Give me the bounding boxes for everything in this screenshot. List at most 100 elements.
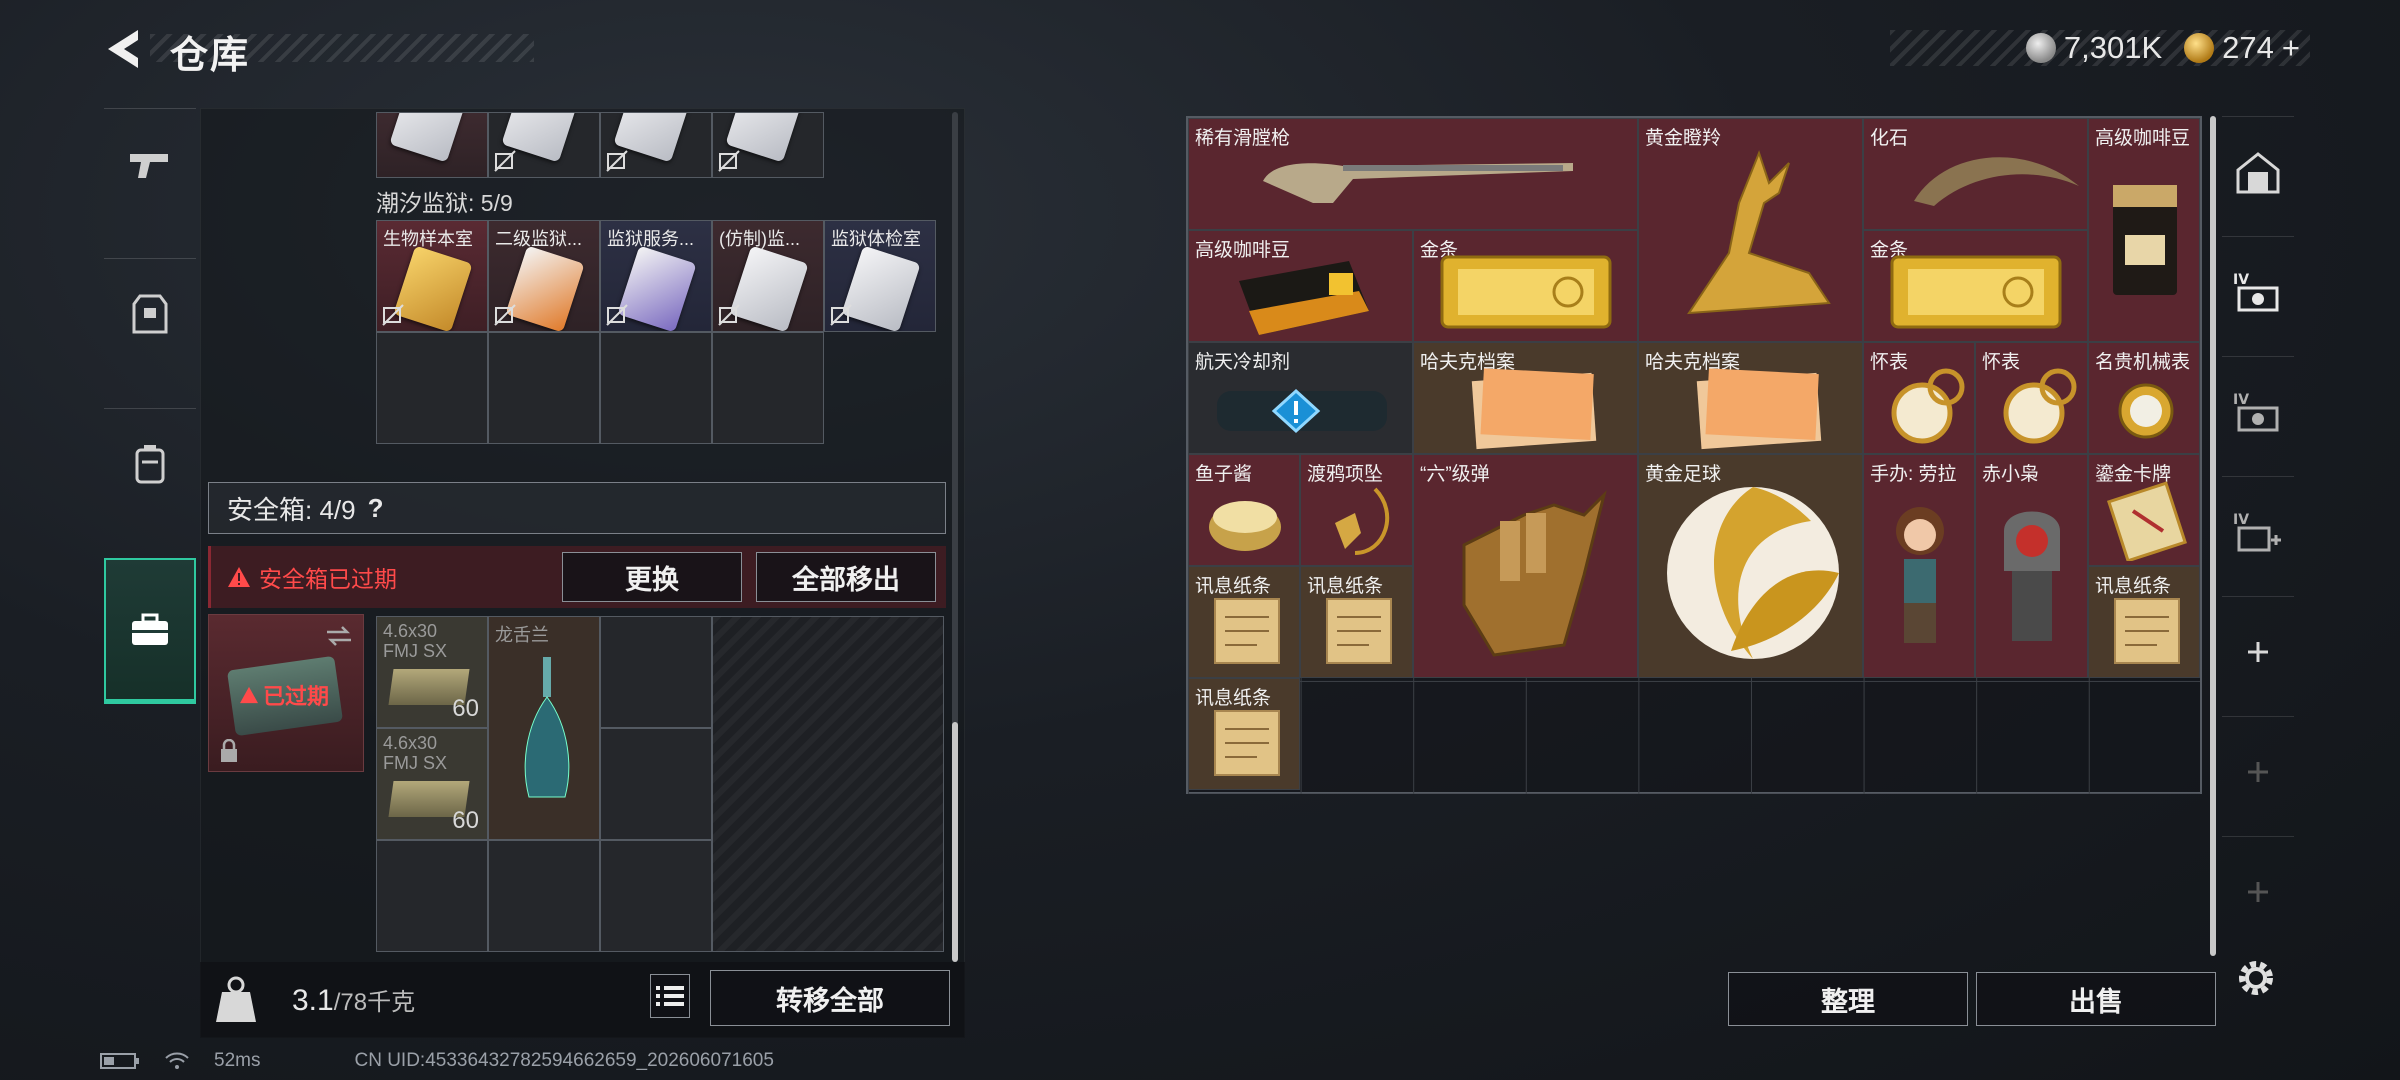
warning-icon [240, 686, 258, 704]
stash-item-gilded-card[interactable]: 鎏金卡牌 [2088, 454, 2200, 566]
stash-item-gold-bar[interactable]: 金条 [1863, 230, 2088, 342]
empty-slot[interactable] [376, 332, 488, 444]
stash-item-caviar[interactable]: 鱼子酱 [1188, 454, 1300, 566]
currency-bar: 7,301K 274 + [1890, 30, 2310, 66]
nav-armor[interactable] [104, 258, 196, 368]
sell-button[interactable]: 出售 [1976, 972, 2216, 1026]
no-drop-icon [494, 304, 516, 326]
nav-safebox[interactable] [104, 558, 196, 704]
no-drop-icon [382, 304, 404, 326]
empty-slot[interactable] [488, 332, 600, 444]
stash-item-message-note[interactable]: 讯息纸条 [1300, 566, 1413, 678]
stash-item-golden-football[interactable]: 黄金足球 [1638, 454, 1863, 678]
stash-item-message-note[interactable]: 讯息纸条 [1188, 566, 1300, 678]
no-drop-icon [718, 304, 740, 326]
keycard-item[interactable]: 二级监狱... [488, 220, 600, 332]
no-drop-icon [606, 150, 628, 172]
nav-weapons[interactable] [104, 108, 196, 218]
keycard-item[interactable]: 监狱体检室 [824, 220, 936, 332]
keycard-slot-partial[interactable] [712, 112, 824, 178]
add-stash-button-disabled [2222, 836, 2294, 946]
move-all-out-button[interactable]: 全部移出 [756, 552, 936, 602]
stash-item-coffee-beans[interactable]: 高级咖啡豆 [2088, 118, 2200, 342]
settings-gear-icon[interactable] [2232, 954, 2280, 1002]
list-icon [656, 986, 684, 1006]
safebox-ammo-item[interactable]: 4.6x30 FMJ SX 60 [376, 728, 488, 840]
silver-coin-icon [2025, 33, 2056, 63]
svg-text:IV: IV [2233, 272, 2249, 288]
right-stash-nav: IV IV IV [2222, 116, 2294, 1036]
wifi-icon [165, 1052, 189, 1069]
svg-text:IV: IV [2233, 512, 2249, 528]
nav-backpack[interactable] [104, 408, 196, 518]
keycard-slot-partial[interactable] [488, 112, 600, 178]
stash-tab-iv-2[interactable]: IV [2222, 356, 2294, 466]
empty-slot[interactable] [600, 332, 712, 444]
sort-button[interactable]: 整理 [1728, 972, 1968, 1026]
keycard-item[interactable]: (仿制)监... [712, 220, 824, 332]
empty-slot[interactable] [712, 332, 824, 444]
right-scrollbar[interactable] [2210, 116, 2216, 956]
add-stash-button[interactable] [2222, 596, 2294, 706]
stash-item-pocket-watch[interactable]: 怀表 [1975, 342, 2088, 454]
armor-icon [132, 294, 168, 333]
empty-slot[interactable] [600, 616, 712, 728]
stash-item-raven-pendant[interactable]: 渡鸦项坠 [1300, 454, 1413, 566]
stash-expansion-icon: IV [2233, 272, 2279, 311]
add-stash-button-disabled [2222, 716, 2294, 826]
empty-slot[interactable] [376, 840, 488, 952]
ping-text: 52ms [214, 1050, 261, 1071]
left-scrollbar[interactable] [952, 112, 958, 962]
stash-item-lara-figure[interactable]: 手办: 劳拉 [1863, 454, 1975, 678]
stash-tab-iv-3[interactable]: IV [2222, 476, 2294, 586]
replace-button[interactable]: 更换 [562, 552, 742, 602]
empty-slot[interactable] [600, 728, 712, 840]
weight-current: 3.1 [292, 984, 334, 1017]
keycard-item[interactable]: 监狱服务... [600, 220, 712, 332]
page-title: 仓库 [170, 35, 251, 77]
stash-item-message-note[interactable]: 讯息纸条 [2088, 566, 2200, 678]
battery-icon [100, 1053, 139, 1069]
stash-tab-main[interactable] [2222, 116, 2294, 226]
stash-item-pocket-watch[interactable]: 怀表 [1863, 342, 1975, 454]
stash-item-space-coolant[interactable]: 航天冷却剂 [1188, 342, 1413, 454]
gun-icon [130, 153, 168, 178]
stash-item-haavk-file[interactable]: 哈夫克档案 [1413, 342, 1638, 454]
help-icon[interactable]: ? [368, 493, 384, 524]
stash-item-haavk-file[interactable]: 哈夫克档案 [1638, 342, 1863, 454]
stash-item-message-note[interactable]: 讯息纸条 [1188, 678, 1300, 790]
status-bar: 52ms CN UID:45336432782594662659_2026060… [100, 1050, 774, 1072]
swap-icon[interactable] [325, 625, 353, 647]
stash-item-gold-bar[interactable]: 金条 [1413, 230, 1638, 342]
list-view-button[interactable] [650, 974, 690, 1018]
stash-tab-iv-1[interactable]: IV [2222, 236, 2294, 346]
stash-item-luxury-watch[interactable]: 名贵机械表 [2088, 342, 2200, 454]
weight-readout: 3.1 /78千克 [292, 982, 415, 1018]
keycard-item[interactable]: 生物样本室 [376, 220, 488, 332]
stash-item-red-owl[interactable]: 赤小枭 [1975, 454, 2088, 678]
keycard-slot-partial[interactable] [376, 112, 488, 178]
gold-coin-icon [2184, 33, 2215, 63]
safebox-capacity: 安全箱: 4/9 [227, 494, 356, 525]
keycard-slot-partial[interactable] [600, 112, 712, 178]
stash-item-golden-gazelle[interactable]: 黄金瞪羚 [1638, 118, 1863, 342]
svg-text:IV: IV [2233, 392, 2249, 408]
stash-item-coffee-beans[interactable]: 高级咖啡豆 [1188, 230, 1413, 342]
empty-slot[interactable] [488, 840, 600, 952]
add-gold-button[interactable]: + [2282, 30, 2300, 66]
stash-item-musket[interactable]: 稀有滑膛枪 [1188, 118, 1638, 230]
prison-keycard-label: 潮汐监狱: 5/9 [376, 190, 513, 216]
stash-item-fossil[interactable]: 化石 [1863, 118, 2088, 230]
no-drop-icon [718, 150, 740, 172]
back-arrow-icon[interactable] [100, 24, 150, 74]
no-drop-icon [606, 304, 628, 326]
gold-currency[interactable]: 274 + [2184, 30, 2300, 66]
empty-slot[interactable] [600, 840, 712, 952]
expired-warning-text: 安全箱已过期 [259, 566, 397, 592]
stash-item-grade-six-ammo[interactable]: “六”级弹 [1413, 454, 1638, 678]
transfer-all-button[interactable]: 转移全部 [710, 970, 950, 1026]
plus-icon [2248, 761, 2268, 782]
safebox-item[interactable]: 已过期 [208, 614, 364, 772]
safebox-ammo-item[interactable]: 4.6x30 FMJ SX 60 [376, 616, 488, 728]
safebox-tequila-item[interactable]: 龙舌兰 [488, 616, 600, 840]
